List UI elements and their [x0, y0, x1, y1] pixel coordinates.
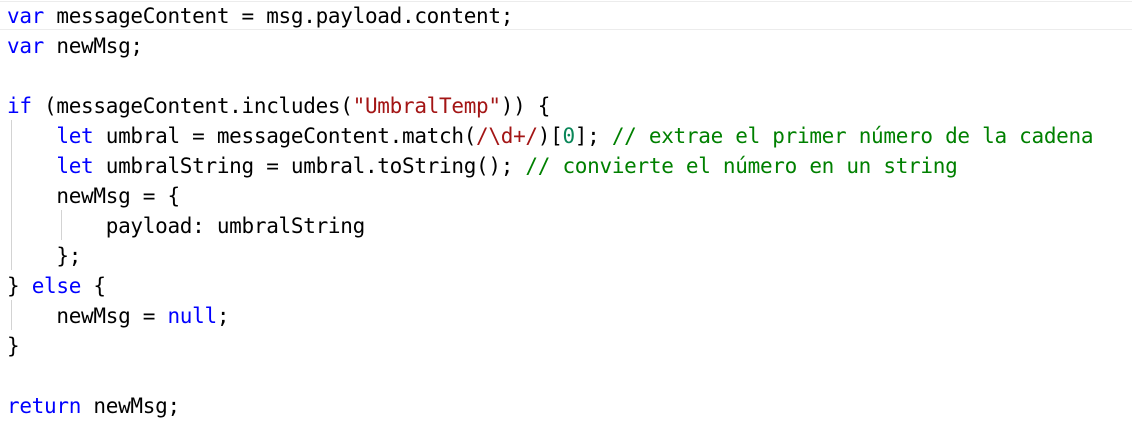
code-line[interactable]: let umbralString = umbral.toString(); //…: [7, 151, 957, 181]
code-token-comment: // convierte el número en un string: [525, 154, 958, 178]
code-token-keyword: let: [56, 124, 94, 148]
code-line[interactable]: return newMsg;: [7, 391, 180, 421]
code-line[interactable]: payload: umbralString: [7, 211, 366, 241]
code-line[interactable]: newMsg = null;: [7, 301, 229, 331]
code-token-text: ;: [216, 304, 230, 328]
code-token-text: newMsg =: [7, 304, 168, 328]
code-token-text: newMsg = {: [7, 184, 180, 208]
code-token-keyword: let: [56, 154, 94, 178]
code-token-string: "UmbralTemp": [352, 94, 501, 118]
code-line[interactable]: if (messageContent.includes("UmbralTemp"…: [7, 91, 550, 121]
code-token-number: 0: [562, 124, 575, 148]
code-line[interactable]: var newMsg;: [7, 31, 143, 61]
code-line[interactable]: newMsg = {: [7, 181, 180, 211]
code-token-text: (messageContent.includes(: [31, 94, 353, 118]
code-token-keyword: var: [7, 4, 45, 28]
code-token-text: }: [7, 334, 20, 358]
code-token-text: )[: [537, 124, 563, 148]
code-token-text: payload: umbralString: [7, 214, 366, 238]
code-token-string: /\d+/: [476, 124, 538, 148]
code-line[interactable]: var messageContent = msg.payload.content…: [7, 1, 513, 31]
code-token-text: umbral = messageContent.match(: [93, 124, 477, 148]
code-token-comment: // extrae el primer número de la cadena: [611, 124, 1094, 148]
code-token-text: newMsg;: [44, 34, 143, 58]
code-token-keyword: null: [167, 304, 217, 328]
code-token-keyword: return: [7, 394, 82, 418]
code-token-text: )) {: [500, 94, 551, 118]
code-token-keyword: if: [7, 94, 32, 118]
code-token-text: {: [81, 274, 106, 298]
code-line[interactable]: let umbral = messageContent.match(/\d+/)…: [7, 121, 1093, 151]
code-token-text: };: [7, 244, 82, 268]
code-token-text: umbralString = umbral.toString();: [93, 154, 526, 178]
code-line[interactable]: } else {: [7, 271, 106, 301]
code-token-keyword: else: [31, 274, 82, 298]
code-editor[interactable]: var messageContent = msg.payload.content…: [0, 0, 1132, 426]
code-token-text: }: [7, 274, 32, 298]
code-line[interactable]: }: [7, 331, 20, 361]
code-token-text: newMsg;: [81, 394, 180, 418]
code-line[interactable]: };: [7, 241, 81, 271]
code-token-text: ];: [574, 124, 612, 148]
code-token-keyword: var: [7, 34, 45, 58]
code-token-text: messageContent = msg.payload.content;: [44, 4, 514, 28]
